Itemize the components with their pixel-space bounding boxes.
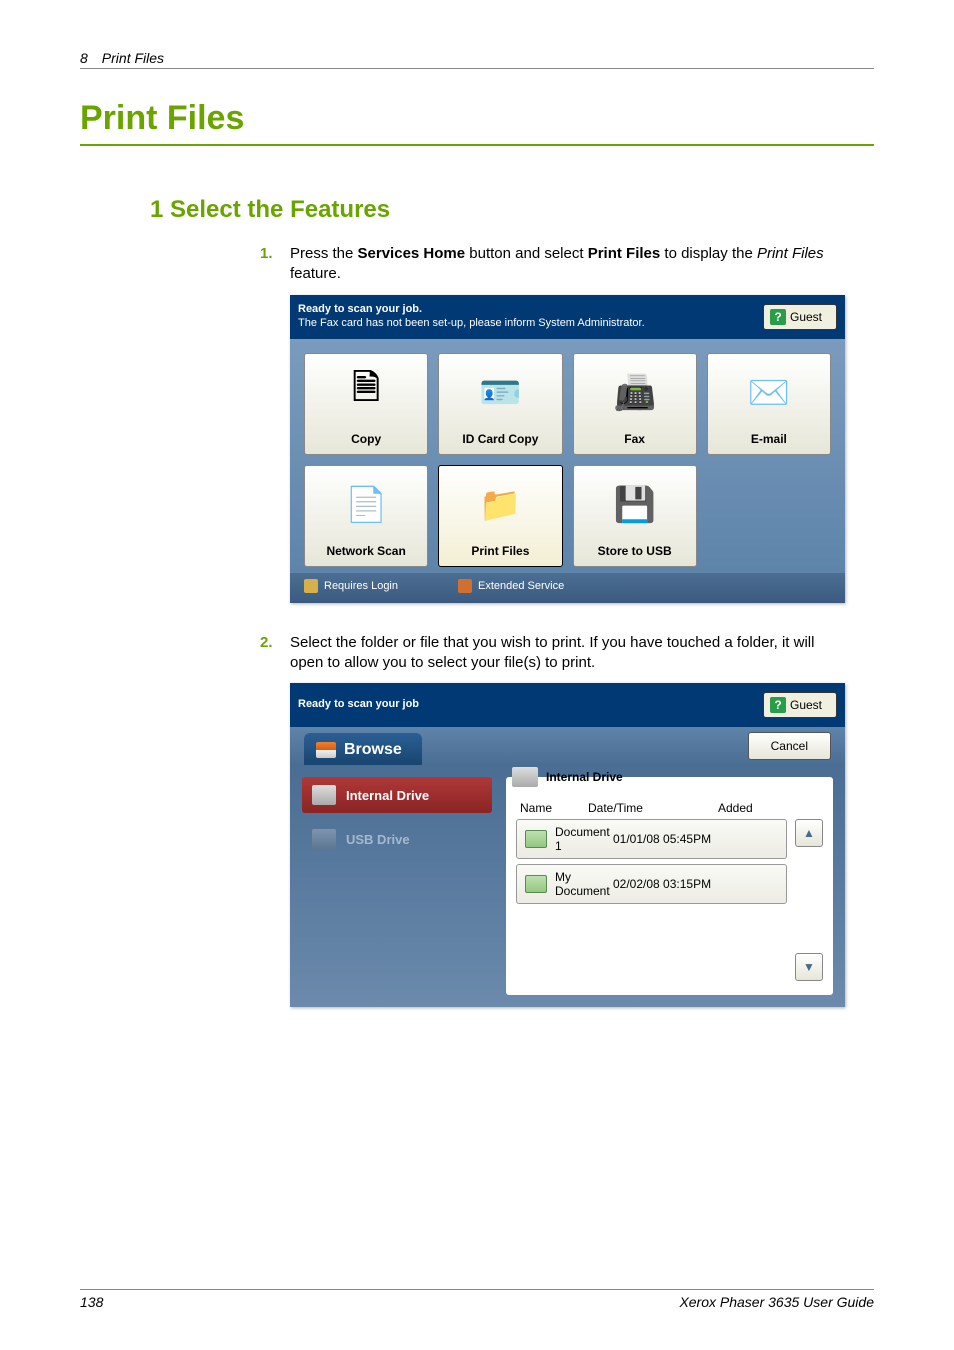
step-num: 2. bbox=[260, 633, 290, 674]
col-added: Added bbox=[718, 801, 783, 815]
email-icon: ✉️ bbox=[748, 354, 790, 432]
tile-email[interactable]: ✉️ E-mail bbox=[707, 353, 831, 455]
help-icon: ? bbox=[770, 309, 786, 325]
file-icon bbox=[525, 875, 547, 893]
shot-header: Ready to scan your job. The Fax card has… bbox=[290, 295, 845, 339]
step-1: 1. Press the Services Home button and se… bbox=[260, 244, 834, 285]
scroll-bar: ▲ ▼ bbox=[795, 819, 823, 981]
idcard-icon: 🪪 bbox=[479, 354, 521, 432]
legend-login: Requires Login bbox=[304, 579, 398, 593]
drive-internal[interactable]: Internal Drive bbox=[302, 777, 492, 813]
drive-icon bbox=[512, 767, 538, 787]
footer-doc: Xerox Phaser 3635 User Guide bbox=[679, 1294, 874, 1310]
footer-page: 138 bbox=[80, 1294, 103, 1310]
cancel-button[interactable]: Cancel bbox=[748, 732, 831, 760]
tile-copy[interactable]: 🗎 Copy bbox=[304, 353, 428, 455]
header-page: 8 bbox=[80, 50, 88, 66]
step-body: Press the Services Home button and selec… bbox=[290, 244, 834, 285]
tile-fax[interactable]: 📠 Fax bbox=[573, 353, 697, 455]
guest-button[interactable]: ? Guest bbox=[763, 692, 837, 718]
shot-header: Ready to scan your job ? Guest bbox=[290, 683, 845, 727]
step-2: 2. Select the folder or file that you wi… bbox=[260, 633, 834, 674]
col-datetime: Date/Time bbox=[588, 801, 718, 815]
tile-network-scan[interactable]: 📄 Network Scan bbox=[304, 465, 428, 567]
tile-idcard[interactable]: 🪪 ID Card Copy bbox=[438, 353, 562, 455]
copy-icon: 🗎 bbox=[352, 354, 379, 432]
running-header: 8 Print Files bbox=[80, 50, 874, 69]
step-body: Select the folder or file that you wish … bbox=[290, 633, 834, 674]
file-row[interactable]: My Document 02/02/08 03:15PM bbox=[516, 864, 787, 904]
panel-drive-head: Internal Drive bbox=[512, 767, 823, 787]
network-scan-icon: 📄 bbox=[345, 466, 387, 544]
tile-store-usb[interactable]: 💾 Store to USB bbox=[573, 465, 697, 567]
legend-extended: Extended Service bbox=[458, 579, 564, 593]
usb-icon bbox=[312, 829, 336, 849]
col-name: Name bbox=[520, 801, 588, 815]
section-heading: 1 Select the Features bbox=[150, 196, 874, 224]
browse-icon bbox=[316, 742, 336, 758]
file-header: Name Date/Time Added bbox=[516, 801, 787, 819]
lock-icon bbox=[304, 579, 318, 593]
header-section: Print Files bbox=[102, 50, 164, 66]
shot-footer: Requires Login Extended Service bbox=[290, 573, 845, 603]
drive-usb[interactable]: USB Drive bbox=[302, 821, 492, 857]
screenshot-browse: Ready to scan your job ? Guest Browse Ca… bbox=[290, 683, 845, 1007]
tab-browse[interactable]: Browse bbox=[304, 733, 422, 765]
status-message: Ready to scan your job bbox=[298, 698, 763, 711]
tab-row: Browse Cancel bbox=[290, 727, 845, 765]
store-usb-icon: 💾 bbox=[613, 466, 655, 544]
print-files-icon: 📁 bbox=[479, 466, 521, 544]
file-row[interactable]: Document 1 01/01/08 05:45PM bbox=[516, 819, 787, 859]
page-title: Print Files bbox=[80, 99, 874, 146]
guest-button[interactable]: ? Guest bbox=[763, 304, 837, 330]
scroll-up-button[interactable]: ▲ bbox=[795, 819, 823, 847]
drive-icon bbox=[312, 785, 336, 805]
file-panel: Internal Drive Name Date/Time Added Docu… bbox=[506, 777, 833, 995]
screenshot-services-home: Ready to scan your job. The Fax card has… bbox=[290, 295, 845, 603]
browse-body: Internal Drive USB Drive Internal Drive … bbox=[290, 765, 845, 1007]
drive-list: Internal Drive USB Drive bbox=[302, 777, 492, 995]
status-message: Ready to scan your job. The Fax card has… bbox=[298, 303, 763, 329]
tile-empty bbox=[707, 465, 831, 567]
step-num: 1. bbox=[260, 244, 290, 285]
extended-icon bbox=[458, 579, 472, 593]
scroll-down-button[interactable]: ▼ bbox=[795, 953, 823, 981]
page-footer: 138 Xerox Phaser 3635 User Guide bbox=[80, 1289, 874, 1310]
help-icon: ? bbox=[770, 697, 786, 713]
fax-icon: 📠 bbox=[613, 354, 655, 432]
tile-print-files[interactable]: 📁 Print Files bbox=[438, 465, 562, 567]
file-icon bbox=[525, 830, 547, 848]
services-grid: 🗎 Copy 🪪 ID Card Copy 📠 Fax ✉️ E-mail 📄 … bbox=[290, 339, 845, 573]
